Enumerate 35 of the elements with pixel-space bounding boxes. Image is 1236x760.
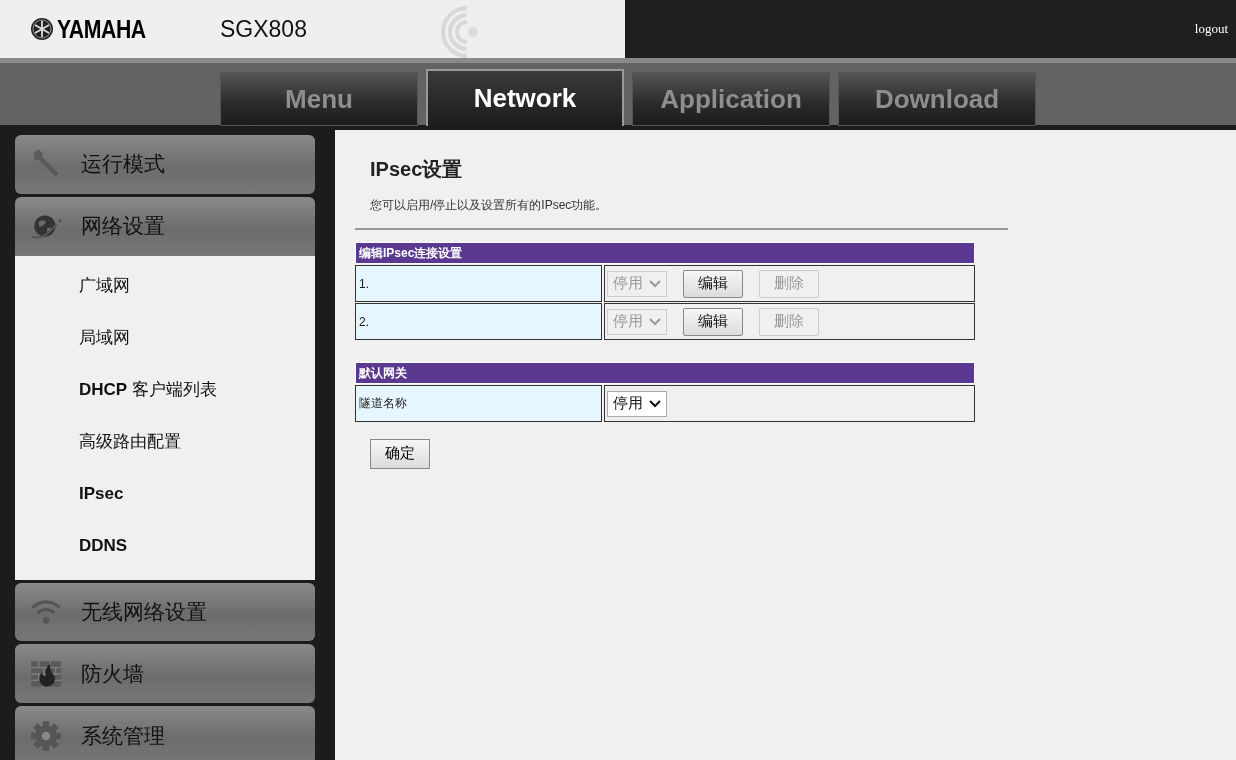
submenu-item[interactable]: IPsec [79,483,124,504]
waves-drawing [440,6,480,58]
submenu-item[interactable]: 局域网 [79,326,130,350]
logo-text: YAMAHA [57,14,146,44]
submenu-item[interactable]: DDNS [79,535,128,556]
gear-icon [29,718,63,753]
chevron-down-icon [649,317,661,326]
nav-tab[interactable]: Network [426,69,624,126]
page-description: 您可以启用/停止以及设置所有的IPsec功能。 [370,197,609,214]
logout-link[interactable]: logout [1194,21,1228,37]
row-button[interactable]: 编辑 [683,307,743,336]
confirm-button[interactable]: 确定 [370,438,430,469]
submenu-item[interactable]: 广域网 [79,274,130,298]
model-name: SGX808 [220,15,307,43]
sidebar-section[interactable]: 运行模式 [15,135,315,194]
row-button[interactable]: 编辑 [683,269,743,298]
submenu-item[interactable]: 高级路由配置 [79,430,181,454]
page-title: IPsec设置 [370,157,464,182]
sidebar-section[interactable]: 网络设置 [15,196,315,256]
status-dropdown[interactable]: 停用 [607,390,667,417]
submenu-item[interactable]: DHCP 客户端列表 [79,378,217,402]
sidebar-section[interactable]: 系统管理 [15,706,315,760]
logo-icon [30,17,54,41]
row-label: 隧道名称 [355,385,602,422]
sidebar-section[interactable]: 无线网络设置 [15,582,315,642]
sidebar-section[interactable]: 防火墙 [15,644,315,704]
nav-tab[interactable]: Menu [220,72,418,126]
section-header: 默认网关 [355,362,975,384]
nav-tab[interactable]: Download [838,72,1036,126]
nav-tab[interactable]: Application [632,72,830,126]
row-label: 1. [355,265,602,302]
section-header: 编辑IPsec连接设置 [355,242,975,264]
chevron-down-icon [649,279,661,288]
row-label: 2. [355,303,602,340]
chevron-down-icon [649,399,661,408]
